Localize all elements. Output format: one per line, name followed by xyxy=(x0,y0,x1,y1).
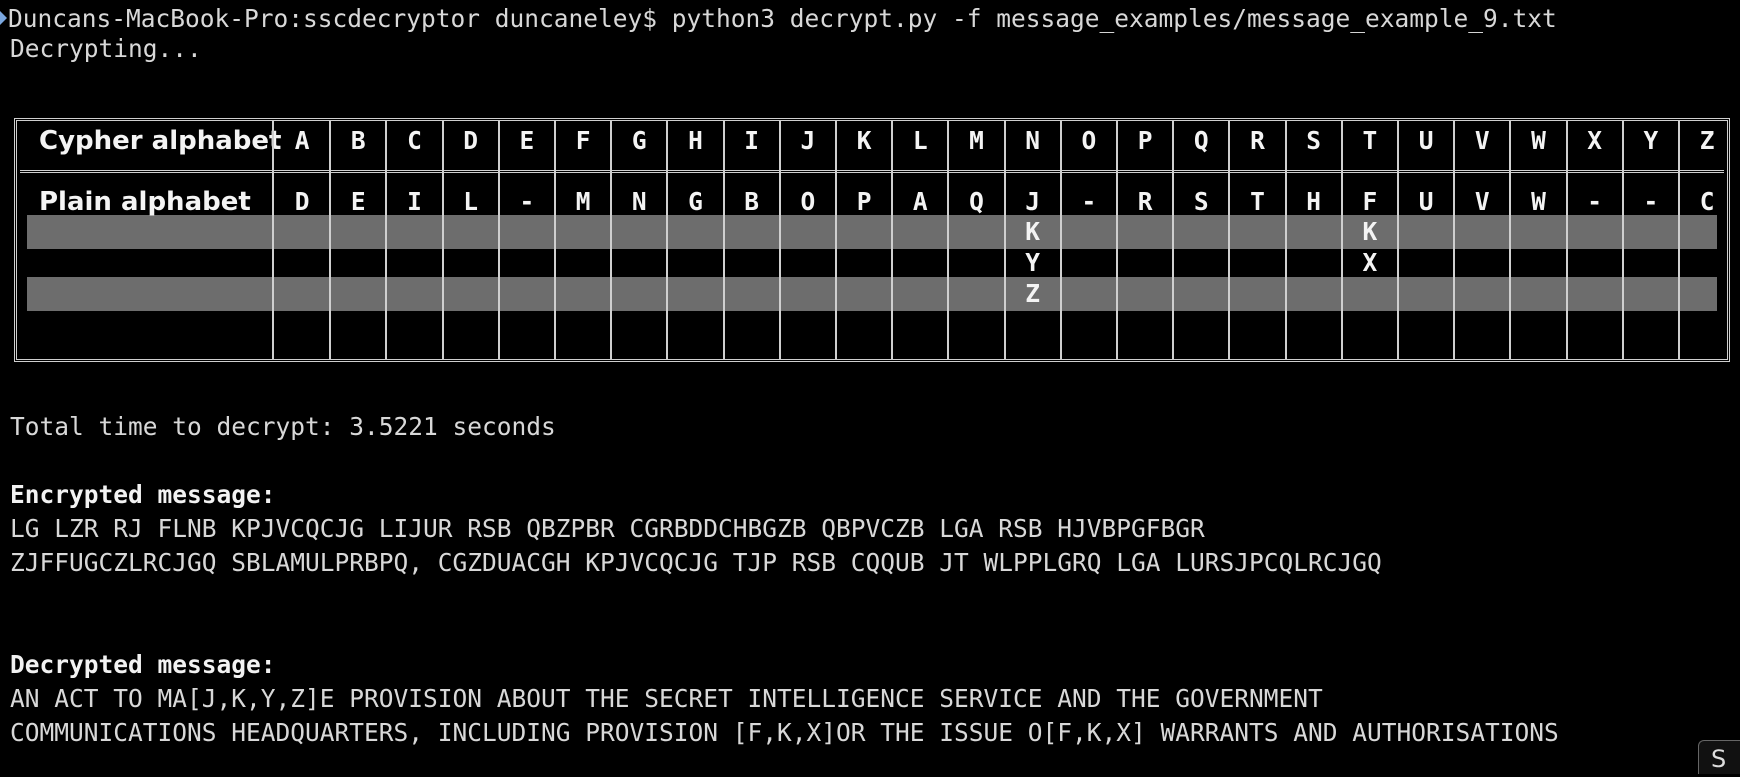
prompt-marker-icon xyxy=(0,11,7,25)
plain-letter-p: R xyxy=(1137,187,1153,216)
plain-letter-w: W xyxy=(1531,187,1546,216)
plain-letter-m: Q xyxy=(969,187,984,216)
plain-letter-g: N xyxy=(631,187,647,216)
plain-letter-k: P xyxy=(856,187,872,216)
cypher-letter-o: O xyxy=(1081,126,1097,155)
plain-letter-q: S xyxy=(1193,187,1209,216)
encrypted-line-1: LG LZR RJ FLNB KPJVCQCJG LIJUR RSB QBZPB… xyxy=(10,514,1205,543)
cypher-letter-l: L xyxy=(912,126,928,155)
cypher-letter-y: Y xyxy=(1643,126,1659,155)
plain-letter-r: T xyxy=(1250,187,1265,216)
cypher-letter-p: P xyxy=(1137,126,1153,155)
plain-letter-d: L xyxy=(463,187,479,216)
cypher-letter-x: X xyxy=(1587,126,1603,155)
table-stripe xyxy=(27,215,1717,249)
plain-letter-a: D xyxy=(294,187,310,216)
cypher-letter-u: U xyxy=(1418,126,1434,155)
plain-letter-u: U xyxy=(1418,187,1434,216)
encrypted-line-2: ZJFFUGCZLRCJGQ SBLAMULPRBPQ, CGZDUACGH K… xyxy=(10,548,1382,577)
plain-letter-z: C xyxy=(1699,187,1715,216)
cypher-letter-s: S xyxy=(1306,126,1322,155)
alphabet-table: Cypher alphabet Plain alphabet A D B E C I D L E… xyxy=(14,118,1730,362)
encrypted-heading: Encrypted message: xyxy=(10,480,276,509)
plain-letter-b: E xyxy=(350,187,366,216)
plain-letter-x: - xyxy=(1587,187,1603,216)
cypher-letter-k: K xyxy=(856,126,872,155)
cypher-letter-d: D xyxy=(463,126,479,155)
decrypted-heading: Decrypted message: xyxy=(10,650,276,679)
plain-alphabet-label: Plain alphabet xyxy=(39,187,251,217)
command-line: Duncans-MacBook-Pro:sscdecryptor duncane… xyxy=(8,4,1557,33)
plain-letter-l: A xyxy=(912,187,928,216)
alternate-letter-n-1: K xyxy=(1025,217,1041,246)
cypher-letter-r: R xyxy=(1250,126,1265,155)
plain-letter-v: V xyxy=(1474,187,1490,216)
alternate-letter-t-1: K xyxy=(1362,217,1378,246)
plain-letter-c: I xyxy=(407,187,422,216)
alternate-letter-n-2: Y xyxy=(1025,248,1041,277)
plain-letter-h: G xyxy=(688,187,703,216)
decrypted-line-2: COMMUNICATIONS HEADQUARTERS, INCLUDING P… xyxy=(10,718,1559,747)
cypher-letter-z: Z xyxy=(1699,126,1715,155)
cypher-letter-e: E xyxy=(519,126,535,155)
alternate-letter-t-2: X xyxy=(1362,248,1378,277)
cypher-letter-w: W xyxy=(1531,126,1546,155)
cypher-letter-n: N xyxy=(1025,126,1041,155)
cypher-letter-t: T xyxy=(1362,126,1378,155)
cypher-letter-j: J xyxy=(800,126,816,155)
cypher-letter-a: A xyxy=(294,126,310,155)
cypher-letter-v: V xyxy=(1474,126,1490,155)
alternate-letter-n-3: Z xyxy=(1025,279,1041,308)
cypher-alphabet-label: Cypher alphabet xyxy=(39,126,282,156)
cypher-letter-c: C xyxy=(407,126,422,155)
plain-letter-f: M xyxy=(575,187,591,216)
decrypted-line-1: AN ACT TO MA[J,K,Y,Z]E PROVISION ABOUT T… xyxy=(10,684,1323,713)
cypher-letter-q: Q xyxy=(1193,126,1209,155)
plain-letter-e: - xyxy=(519,187,535,216)
total-time-text: Total time to decrypt: 3.5221 seconds xyxy=(10,412,556,441)
plain-letter-o: - xyxy=(1081,187,1097,216)
plain-letter-y: - xyxy=(1643,187,1659,216)
cypher-letter-f: F xyxy=(575,126,591,155)
plain-letter-t: F xyxy=(1362,187,1378,216)
table-stripe xyxy=(27,277,1717,311)
cypher-letter-b: B xyxy=(350,126,366,155)
cypher-letter-m: M xyxy=(969,126,984,155)
corner-button[interactable]: S xyxy=(1698,740,1740,774)
plain-letter-j: O xyxy=(800,187,816,216)
plain-letter-i: B xyxy=(744,187,760,216)
plain-letter-s: H xyxy=(1306,187,1322,216)
table-header-separator xyxy=(20,170,1724,173)
cypher-letter-h: H xyxy=(688,126,703,155)
status-text: Decrypting... xyxy=(10,34,202,63)
cypher-letter-i: I xyxy=(744,126,760,155)
plain-letter-n: J xyxy=(1025,187,1041,216)
cypher-letter-g: G xyxy=(631,126,647,155)
